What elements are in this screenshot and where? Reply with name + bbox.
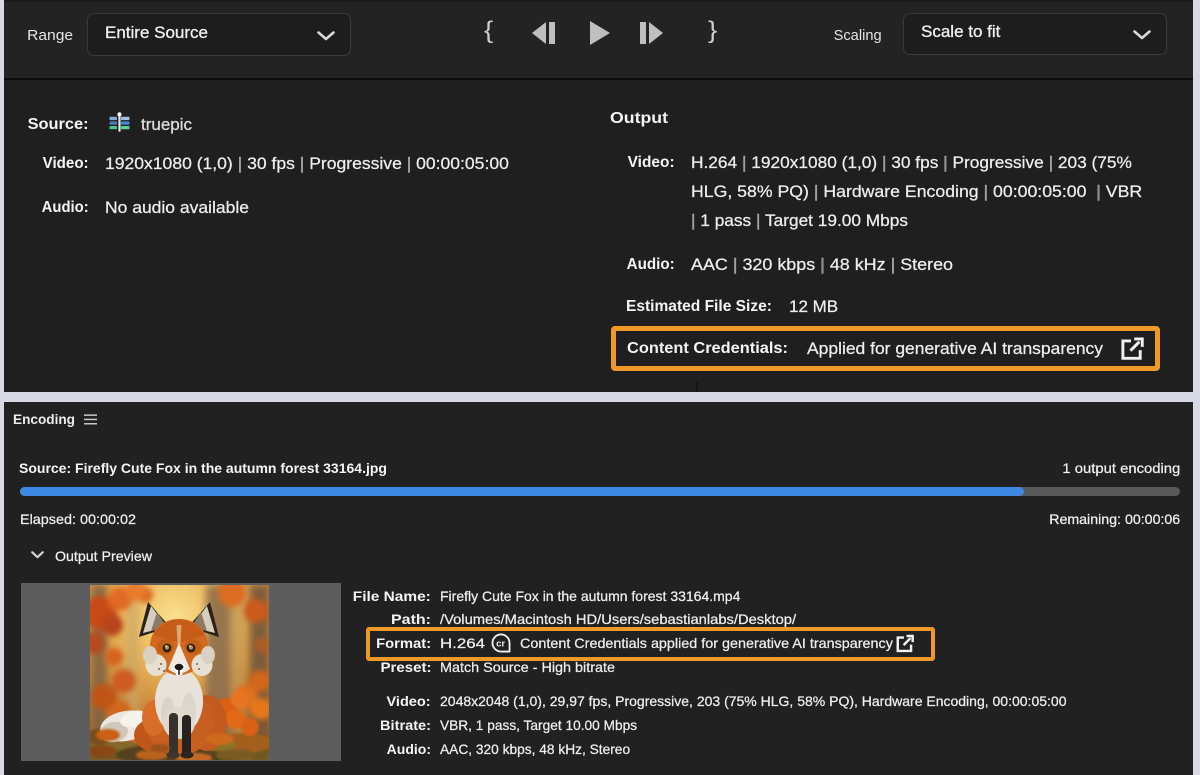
svg-text:cr: cr	[496, 638, 505, 649]
